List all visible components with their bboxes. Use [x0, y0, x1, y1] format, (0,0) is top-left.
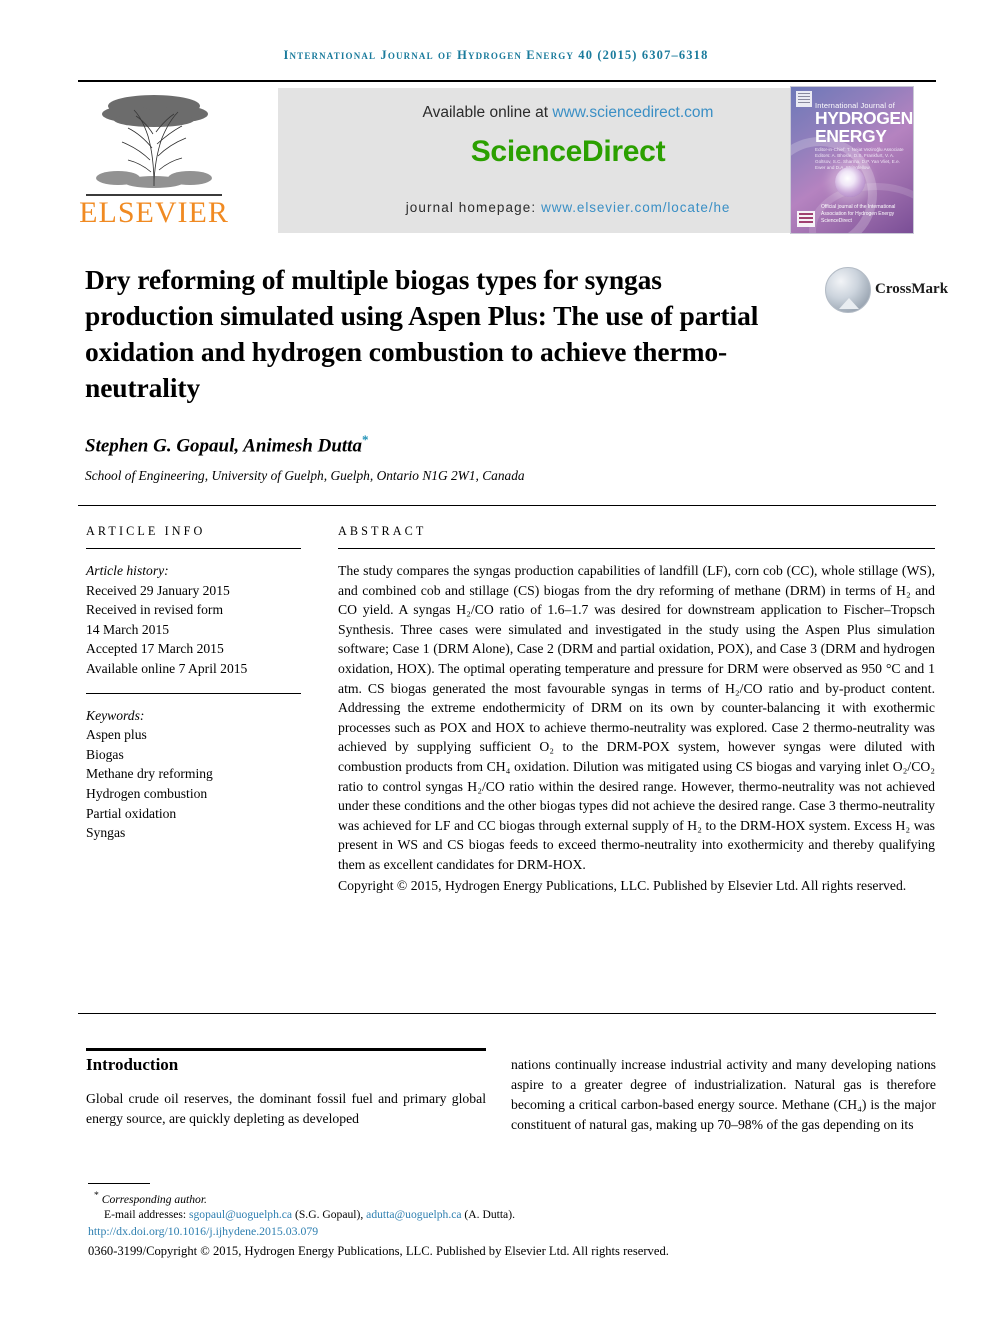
journal-article-page: International Journal of Hydrogen Energy…: [0, 0, 992, 1323]
keyword-item: Biogas: [86, 746, 124, 762]
article-info-column: Article info Article history: Received 2…: [86, 524, 301, 843]
introduction-paragraph-right: nations continually increase industrial …: [511, 1057, 936, 1132]
sciencedirect-banner: Available online at www.sciencedirect.co…: [278, 88, 858, 233]
article-history-item: 14 March 2015: [86, 621, 170, 637]
article-history-item: Accepted 17 March 2015: [86, 641, 224, 657]
doi-link[interactable]: http://dx.doi.org/10.1016/j.ijhydene.201…: [88, 1224, 318, 1238]
article-history-item: Available online 7 April 2015: [86, 660, 248, 676]
corresponding-author-star: *: [94, 1190, 99, 1201]
journal-homepage-line: journal homepage: www.elsevier.com/locat…: [278, 200, 858, 215]
keyword-item: Hydrogen combustion: [86, 785, 208, 801]
keywords-block: Keywords: Aspen plus Biogas Methane dry …: [86, 706, 301, 843]
keywords-label: Keywords:: [86, 707, 145, 723]
abstract-body: The study compares the syngas production…: [338, 561, 935, 895]
abstract-text: The study compares the syngas production…: [338, 563, 935, 872]
masthead-top-rule: [78, 80, 936, 82]
sciencedirect-url-link[interactable]: www.sciencedirect.com: [552, 104, 713, 121]
email-link-dutta[interactable]: adutta@uoguelph.ca: [366, 1208, 461, 1221]
page-title: Dry reforming of multiple biogas types f…: [85, 264, 759, 403]
abstract-column: Abstract The study compares the syngas p…: [338, 524, 935, 895]
keyword-item: Aspen plus: [86, 727, 147, 743]
elsevier-wordmark: ELSEVIER: [79, 196, 229, 229]
abstract-rule: [338, 548, 935, 549]
article-history-block: Article history: Received 29 January 201…: [86, 561, 301, 679]
issn-copyright-line: 0360-3199/Copyright © 2015, Hydrogen Ene…: [88, 1244, 669, 1259]
info-band-top-rule: [78, 505, 936, 506]
cover-footer-text: Official journal of the International As…: [821, 204, 896, 224]
author-list: Stephen G. Gopaul, Animesh Dutta*: [85, 432, 785, 457]
doi-line: http://dx.doi.org/10.1016/j.ijhydene.201…: [88, 1223, 936, 1240]
journal-homepage-link[interactable]: www.elsevier.com/locate/he: [541, 200, 730, 215]
article-history-item: Received in revised form: [86, 602, 224, 618]
info-band-bottom-rule: [78, 1013, 936, 1014]
article-info-heading: Article info: [86, 524, 206, 538]
affiliation: School of Engineering, University of Gue…: [85, 468, 525, 483]
cover-iahe-badge-icon: [797, 211, 815, 227]
keyword-item: Methane dry reforming: [86, 766, 213, 782]
corresponding-author-marker[interactable]: *: [362, 432, 369, 447]
abstract-copyright: Copyright © 2015, Hydrogen Energy Public…: [338, 877, 907, 893]
sciencedirect-logo[interactable]: ScienceDirect: [278, 135, 858, 169]
elsevier-tree-icon: [96, 95, 212, 188]
email-name-dutta: (A. Dutta).: [461, 1208, 515, 1222]
email-addresses-label: E-mail addresses:: [104, 1208, 189, 1222]
page-footer: * Corresponding author. E-mail addresses…: [88, 1188, 936, 1261]
crossmark-badge[interactable]: CrossMark: [825, 265, 948, 317]
corresponding-author-text: Corresponding author.: [101, 1192, 207, 1206]
footnote-rule: [88, 1183, 150, 1184]
introduction-left-column: Introduction Global crude oil reserves, …: [86, 1055, 486, 1129]
crossmark-notch-icon: [839, 298, 859, 309]
crossmark-label: CrossMark: [875, 281, 949, 297]
article-history-label: Article history:: [86, 563, 169, 578]
email-addresses-line: E-mail addresses: sgopaul@uoguelph.ca (S…: [88, 1207, 936, 1223]
introduction-heading: Introduction: [86, 1055, 179, 1074]
email-link-gopaul[interactable]: sgopaul@uoguelph.ca: [189, 1208, 292, 1221]
abstract-heading: Abstract: [338, 524, 427, 538]
introduction-paragraph-left: Global crude oil reserves, the dominant …: [86, 1091, 486, 1126]
cover-editors: Editor-in-Chief: T. Nejat Veziroğlu Asso…: [815, 147, 904, 170]
introduction-right-column: nations continually increase industrial …: [511, 1055, 936, 1135]
article-info-rule: [86, 548, 301, 549]
keywords-rule: [86, 692, 301, 694]
available-online-line: Available online at www.sciencedirect.co…: [278, 104, 858, 122]
masthead: ELSEVIER Available online at www.science…: [78, 86, 936, 234]
journal-cover-thumbnail[interactable]: International Journal of HYDROGEN ENERGY…: [790, 86, 914, 234]
author-names: Stephen G. Gopaul, Animesh Dutta: [85, 435, 362, 457]
elsevier-logo[interactable]: ELSEVIER: [78, 88, 233, 234]
journal-homepage-label: journal homepage:: [405, 200, 542, 215]
keyword-item: Syngas: [86, 825, 126, 841]
article-history-item: Received 29 January 2015: [86, 582, 230, 598]
cover-title-line2: HYDROGEN ENERGY: [815, 108, 913, 146]
corresponding-author-note: * Corresponding author.: [88, 1188, 936, 1207]
email-name-gopaul: (S.G. Gopaul),: [292, 1208, 367, 1222]
keyword-item: Partial oxidation: [86, 805, 177, 821]
running-head: International Journal of Hydrogen Energy…: [283, 48, 709, 62]
cover-orb-graphic: [835, 167, 865, 197]
crossmark-circle-icon: [825, 267, 871, 313]
introduction-rule: [86, 1048, 486, 1051]
cover-elsevier-icon: [796, 91, 812, 107]
available-online-label: Available online at: [422, 104, 553, 121]
